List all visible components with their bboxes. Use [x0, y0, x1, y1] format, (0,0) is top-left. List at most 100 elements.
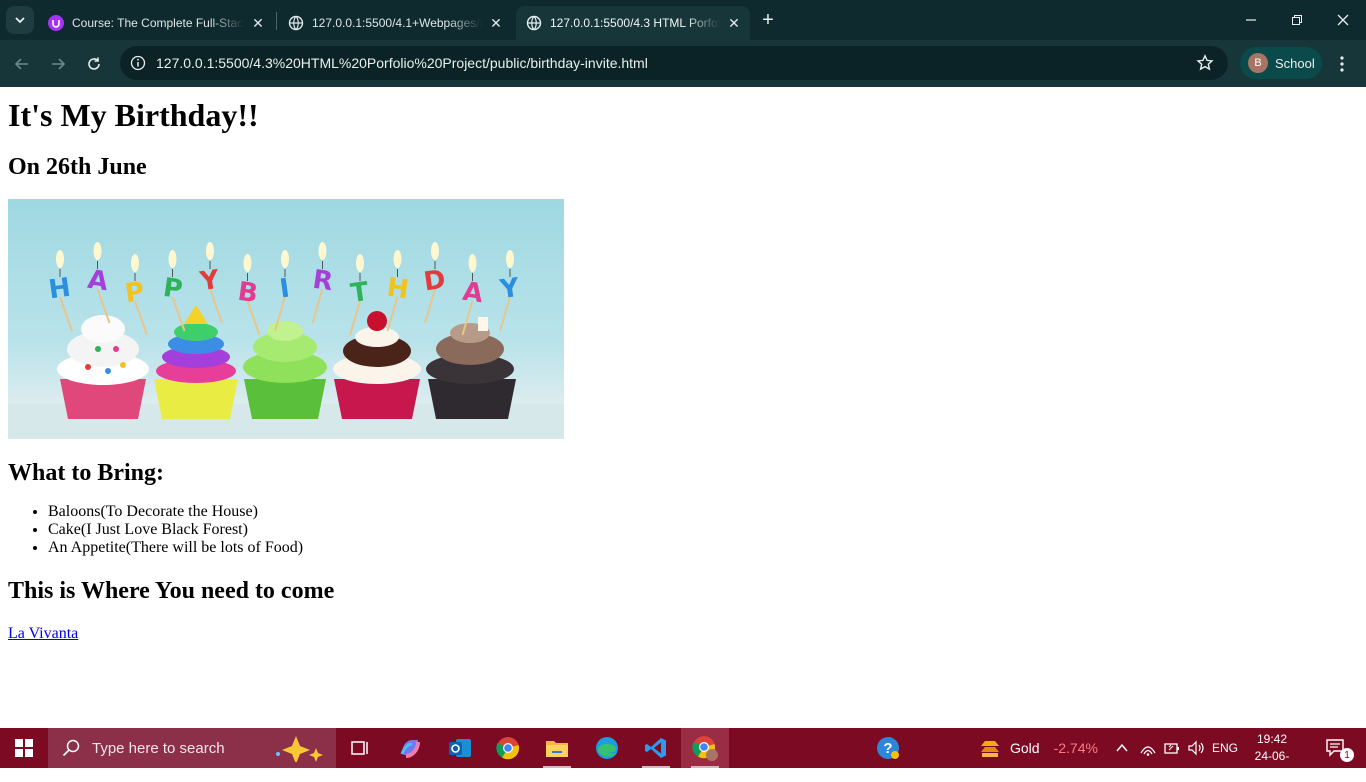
udemy-favicon-icon [48, 15, 64, 31]
info-icon[interactable] [130, 55, 146, 71]
candle-letter: B [236, 277, 260, 309]
folder-icon [546, 741, 568, 757]
show-hidden-icons-button[interactable] [1108, 728, 1136, 768]
outlook-app[interactable] [436, 728, 484, 768]
candle-letter: I [278, 273, 292, 304]
market-label: Gold [1010, 740, 1040, 756]
edge-app[interactable] [583, 728, 631, 768]
browser-menu-button[interactable] [1334, 50, 1350, 78]
copilot-app[interactable] [386, 728, 434, 768]
market-widget[interactable]: Gold -2.74% [978, 728, 1098, 768]
notifications-button[interactable]: 1 [1312, 728, 1360, 768]
what-to-bring-heading: What to Bring: [8, 460, 164, 486]
cupcakes-illustration: HAPPYBIRTHDAY [8, 242, 564, 439]
battery-plug-icon [1164, 743, 1179, 754]
web-page-content: It's My Birthday!! On 26th June H A P P … [0, 87, 1366, 728]
restore-button[interactable] [1274, 0, 1320, 40]
list-item: Cake(I Just Love Black Forest) [48, 521, 1358, 539]
tab-title: 127.0.0.1:5500/4.1+Webpages/index.html [312, 16, 482, 30]
candle-flame [93, 242, 102, 260]
reload-button[interactable] [80, 50, 108, 78]
candle-flame [356, 254, 364, 272]
gold-bars-icon [981, 741, 999, 757]
tab-course[interactable]: Course: The Complete Full-Stack Web Deve… [38, 6, 274, 40]
arrow-right-icon [52, 58, 66, 70]
candle-flame [56, 250, 64, 268]
close-tab-icon[interactable]: ✕ [726, 15, 742, 31]
tab-webpages[interactable]: 127.0.0.1:5500/4.1+Webpages/index.html ✕ [278, 6, 512, 40]
vscode-app[interactable] [632, 728, 680, 768]
system-clock[interactable]: 19:42 24-06-2025 [1244, 731, 1300, 782]
cupcake-rainbow [154, 305, 238, 419]
new-tab-button[interactable]: + [756, 8, 780, 32]
back-button[interactable] [8, 50, 36, 78]
candle-letter: H [47, 273, 73, 306]
globe-icon [288, 15, 304, 31]
url-text[interactable]: 127.0.0.1:5500/4.3%20HTML%20Porfolio%20P… [156, 55, 648, 71]
windows-logo-icon [15, 739, 33, 757]
candle-letter: A [86, 265, 110, 298]
chrome-profile-app-active[interactable] [681, 728, 729, 768]
taskbar-search-box[interactable]: Type here to search [48, 728, 336, 768]
candle-letter: P [161, 273, 184, 305]
chrome-app[interactable] [484, 728, 532, 768]
minimize-button[interactable] [1228, 0, 1274, 40]
reload-icon [88, 57, 100, 70]
minimize-icon [1246, 19, 1256, 21]
outlook-icon [449, 739, 471, 757]
venue-link[interactable]: La Vivanta [8, 625, 78, 643]
wifi-icon [1140, 746, 1156, 756]
profile-button[interactable]: B School [1240, 47, 1322, 79]
help-app[interactable]: ? [864, 728, 912, 768]
copilot-icon [400, 740, 420, 758]
birthday-cupcakes-image: HAPPYBIRTHDAY [8, 199, 564, 439]
clock-date: 24-06-2025 [1254, 749, 1290, 780]
volume-button[interactable] [1184, 728, 1208, 768]
help-icon: ? [877, 737, 899, 759]
list-item: An Appetite(There will be lots of Food) [48, 539, 1358, 557]
forward-button[interactable] [44, 50, 72, 78]
candle-flame [168, 250, 177, 268]
vscode-icon [645, 738, 666, 758]
language-indicator[interactable]: ENG [1212, 728, 1238, 768]
copilot-sparkle-icon[interactable] [272, 734, 328, 762]
bring-list: Baloons(To Decorate the House) Cake(I Ju… [8, 503, 1358, 557]
candle-letter: D [422, 265, 448, 298]
candle-letter: H [385, 273, 411, 306]
arrow-left-icon [14, 58, 28, 70]
close-tab-icon[interactable]: ✕ [488, 15, 504, 31]
star-icon[interactable] [1196, 54, 1214, 72]
network-button[interactable] [1136, 728, 1160, 768]
candle-flame [393, 250, 402, 268]
tab-birthday-invite[interactable]: 127.0.0.1:5500/4.3 HTML Porfolio Project… [516, 6, 750, 40]
cupcake-dark-chocolate [426, 317, 516, 419]
address-bar[interactable]: 127.0.0.1:5500/4.3%20HTML%20Porfolio%20P… [120, 46, 1228, 80]
close-tab-icon[interactable]: ✕ [250, 15, 266, 31]
candle-flame [431, 242, 439, 260]
chevron-up-icon [1116, 743, 1128, 752]
chevron-down-icon [15, 17, 25, 24]
search-icon [62, 739, 80, 757]
candle-letter: R [311, 265, 335, 297]
battery-button[interactable] [1160, 728, 1184, 768]
file-explorer-app[interactable] [533, 728, 581, 768]
start-button[interactable] [0, 728, 48, 768]
browser-toolbar: 127.0.0.1:5500/4.3%20HTML%20Porfolio%20P… [0, 40, 1366, 87]
close-window-button[interactable] [1320, 0, 1366, 40]
candle-flame [318, 242, 327, 260]
candle-flame [281, 250, 289, 268]
birthday-date: On 26th June [8, 154, 147, 180]
task-view-button[interactable] [336, 728, 384, 768]
candle-flame [468, 254, 477, 272]
candle-flame [131, 254, 139, 272]
candle-flame [506, 250, 514, 268]
chrome-profile-icon [692, 736, 718, 761]
candle-flame [243, 254, 252, 272]
notification-badge: 1 [1340, 748, 1354, 762]
list-item: Baloons(To Decorate the House) [48, 503, 1358, 521]
where-heading: This is Where You need to come [8, 578, 335, 604]
candle-letter: T [349, 277, 371, 309]
close-icon [1337, 14, 1349, 26]
search-placeholder: Type here to search [92, 739, 225, 757]
tab-search-button[interactable] [6, 6, 34, 34]
